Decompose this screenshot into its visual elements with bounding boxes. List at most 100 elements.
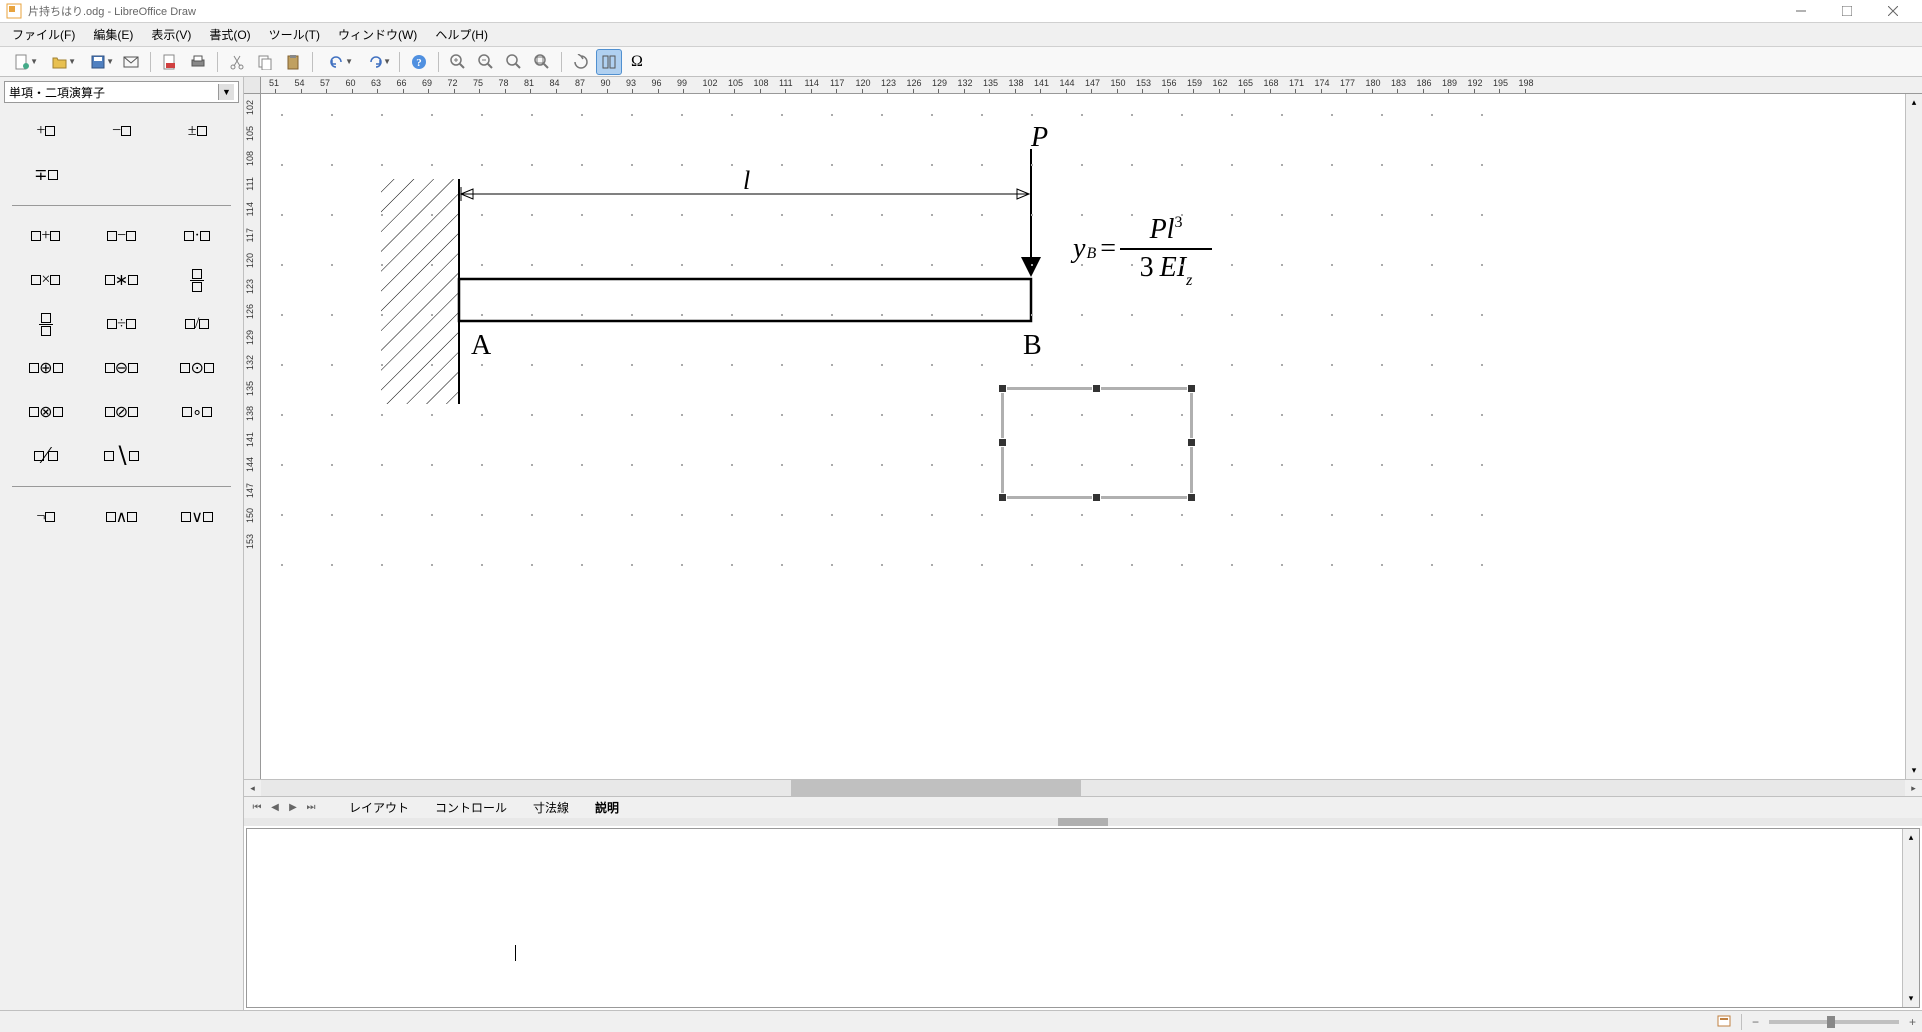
op-widebslash[interactable]: ∖ bbox=[88, 438, 156, 474]
undo-button[interactable]: ▼ bbox=[319, 49, 355, 75]
zoom-page-button[interactable] bbox=[529, 49, 555, 75]
statusbar: − + bbox=[0, 1010, 1922, 1032]
op-minus[interactable]: − bbox=[88, 113, 156, 149]
operators-grid: + − ± ∓ + − · × ∗ ÷ / ⊕ ⊖ ⊙ ⊗ ⊘ ∘ ⁄ ∖ ¬ bbox=[4, 109, 239, 539]
op-frac2[interactable] bbox=[12, 306, 80, 342]
menu-help[interactable]: ヘルプ(H) bbox=[427, 23, 496, 46]
op-div[interactable]: ÷ bbox=[88, 306, 156, 342]
op-cdot[interactable]: · bbox=[163, 218, 231, 254]
selection-box[interactable] bbox=[1001, 387, 1193, 499]
op-ast[interactable]: ∗ bbox=[88, 262, 156, 298]
zoom-out-icon[interactable]: − bbox=[1752, 1015, 1759, 1029]
resize-handle-se[interactable] bbox=[1187, 493, 1196, 502]
op-and[interactable]: ∧ bbox=[88, 499, 156, 535]
resize-handle-w[interactable] bbox=[998, 438, 1007, 447]
op-ominus[interactable]: ⊖ bbox=[88, 350, 156, 386]
paste-button[interactable] bbox=[280, 49, 306, 75]
op-oplus[interactable]: ⊕ bbox=[12, 350, 80, 386]
toolbar: ▼ ▼ ▼ ▼ ▼ ? Ω bbox=[0, 47, 1922, 77]
resize-handle-e[interactable] bbox=[1187, 438, 1196, 447]
chevron-down-icon: ▼ bbox=[218, 84, 234, 100]
resize-handle-ne[interactable] bbox=[1187, 384, 1196, 393]
app-icon bbox=[6, 3, 22, 19]
ruler-vertical: 1021051081111141171201231261291321351381… bbox=[244, 94, 261, 779]
op-slash[interactable]: / bbox=[163, 306, 231, 342]
help-button[interactable]: ? bbox=[406, 49, 432, 75]
tab-prev-button[interactable]: ◀ bbox=[266, 799, 284, 817]
formula-sub-b: B bbox=[1086, 245, 1096, 263]
open-button[interactable]: ▼ bbox=[42, 49, 78, 75]
tab-controls[interactable]: コントロール bbox=[422, 796, 520, 819]
tab-layout[interactable]: レイアウト bbox=[336, 796, 422, 819]
new-button[interactable]: ▼ bbox=[4, 49, 40, 75]
horizontal-scrollbar[interactable]: ◂ ▸ bbox=[244, 779, 1922, 796]
page-tab-bar: ⏮ ◀ ▶ ⏭ レイアウト コントロール 寸法線 説明 bbox=[244, 796, 1922, 818]
slide-master-icon[interactable] bbox=[1717, 1015, 1731, 1029]
zoom-out-button[interactable] bbox=[473, 49, 499, 75]
element-category-select[interactable]: 単項・二項演算子 ▼ bbox=[4, 81, 239, 103]
formula-eq: = bbox=[1100, 233, 1116, 265]
formula-deflection: y B = P l 3 3 bbox=[1073, 214, 1212, 284]
refresh-button[interactable] bbox=[568, 49, 594, 75]
formula-y: y bbox=[1073, 233, 1085, 265]
canvas-area: 5154576063666972757881848790939699102105… bbox=[244, 77, 1922, 1010]
label-point-b: B bbox=[1023, 330, 1042, 362]
symbol-button[interactable]: Ω bbox=[624, 49, 650, 75]
tab-last-button[interactable]: ⏭ bbox=[302, 799, 320, 817]
op-circ[interactable]: ∘ bbox=[163, 394, 231, 430]
minimize-button[interactable] bbox=[1778, 0, 1824, 22]
op-add[interactable]: + bbox=[12, 218, 80, 254]
canvas-viewport[interactable]: P l A B y B = P l 3 bbox=[261, 94, 1905, 779]
maximize-button[interactable] bbox=[1824, 0, 1870, 22]
op-otimes[interactable]: ⊗ bbox=[12, 394, 80, 430]
resize-handle-n[interactable] bbox=[1092, 384, 1101, 393]
close-button[interactable] bbox=[1870, 0, 1916, 22]
elements-panel: 単項・二項演算子 ▼ + − ± ∓ + − · × ∗ ÷ / ⊕ ⊖ ⊙ ⊗… bbox=[0, 77, 244, 1010]
print-button[interactable] bbox=[185, 49, 211, 75]
vertical-scrollbar[interactable]: ▴ ▾ bbox=[1905, 94, 1922, 779]
tab-first-button[interactable]: ⏮ bbox=[248, 799, 266, 817]
window-title: 片持ちはり.odg - LibreOffice Draw bbox=[28, 3, 1778, 19]
op-wideslash[interactable]: ⁄ bbox=[12, 438, 80, 474]
copy-button[interactable] bbox=[252, 49, 278, 75]
op-minusplus[interactable]: ∓ bbox=[12, 157, 80, 193]
zoom-slider[interactable] bbox=[1769, 1020, 1899, 1024]
mail-button[interactable] bbox=[118, 49, 144, 75]
menu-window[interactable]: ウィンドウ(W) bbox=[330, 23, 425, 46]
op-sub[interactable]: − bbox=[88, 218, 156, 254]
cut-button[interactable] bbox=[224, 49, 250, 75]
op-odot[interactable]: ⊙ bbox=[163, 350, 231, 386]
op-plusminus[interactable]: ± bbox=[163, 113, 231, 149]
resize-handle-nw[interactable] bbox=[998, 384, 1007, 393]
text-cursor bbox=[515, 945, 516, 961]
op-frac[interactable] bbox=[163, 262, 231, 298]
op-neg[interactable]: ¬ bbox=[12, 499, 80, 535]
formula-scrollbar[interactable]: ▴ ▾ bbox=[1902, 829, 1919, 1007]
zoom-thumb[interactable] bbox=[1827, 1016, 1835, 1028]
save-button[interactable]: ▼ bbox=[80, 49, 116, 75]
zoom-in-icon[interactable]: + bbox=[1909, 1015, 1916, 1029]
splitter-handle[interactable] bbox=[1058, 818, 1108, 826]
menu-tools[interactable]: ツール(T) bbox=[261, 23, 328, 46]
tab-dimension[interactable]: 寸法線 bbox=[520, 796, 582, 819]
zoom-100-button[interactable] bbox=[501, 49, 527, 75]
menu-edit[interactable]: 編集(E) bbox=[85, 23, 141, 46]
op-times[interactable]: × bbox=[12, 262, 80, 298]
op-plus[interactable]: + bbox=[12, 113, 80, 149]
menu-view[interactable]: 表示(V) bbox=[143, 23, 199, 46]
menu-file[interactable]: ファイル(F) bbox=[4, 23, 83, 46]
label-force-p: P bbox=[1031, 122, 1048, 154]
formula-editor[interactable]: ▴ ▾ bbox=[246, 828, 1920, 1008]
zoom-in-button[interactable] bbox=[445, 49, 471, 75]
menu-format[interactable]: 書式(O) bbox=[201, 23, 258, 46]
formula-cursor-button[interactable] bbox=[596, 49, 622, 75]
resize-handle-s[interactable] bbox=[1092, 493, 1101, 502]
op-or[interactable]: ∨ bbox=[163, 499, 231, 535]
element-category-value: 単項・二項演算子 bbox=[9, 84, 105, 101]
resize-handle-sw[interactable] bbox=[998, 493, 1007, 502]
redo-button[interactable]: ▼ bbox=[357, 49, 393, 75]
op-oslash[interactable]: ⊘ bbox=[88, 394, 156, 430]
tab-next-button[interactable]: ▶ bbox=[284, 799, 302, 817]
export-pdf-button[interactable] bbox=[157, 49, 183, 75]
tab-description[interactable]: 説明 bbox=[582, 796, 632, 820]
